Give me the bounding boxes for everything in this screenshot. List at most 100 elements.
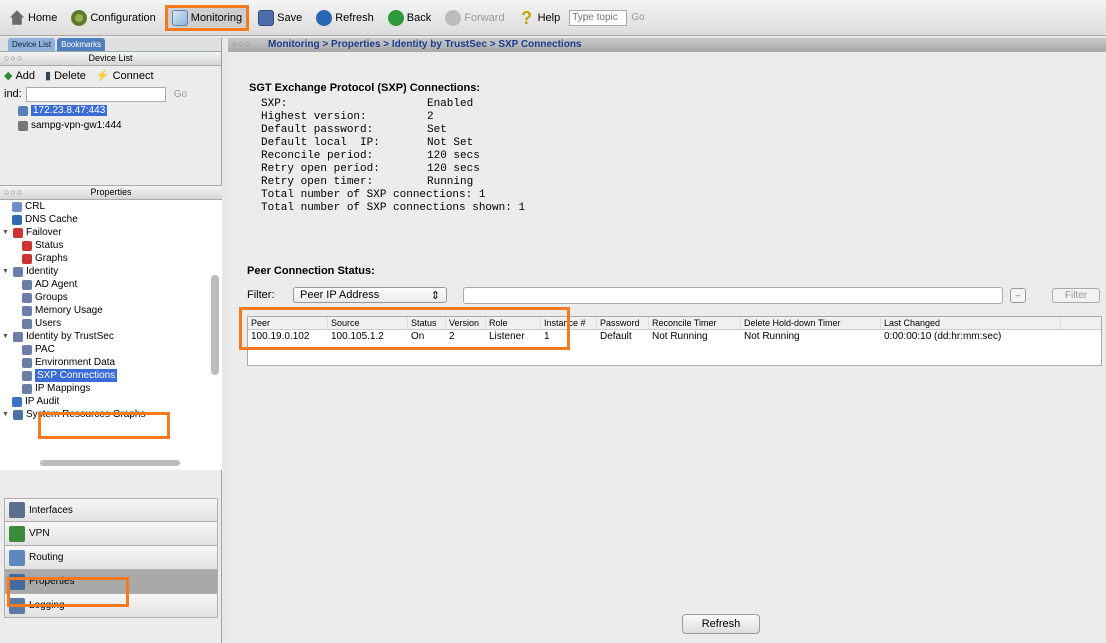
setting-key: Highest version: [261,111,367,123]
column-header[interactable]: Delete Hold-down Timer [741,317,881,329]
tree-node[interactable]: PAC [0,343,222,356]
cell-last-changed: 0:00:00:10 (dd:hr:mm:sec) [884,331,1002,342]
sxp-setting-row: Retry open timer: Running [261,176,525,189]
column-header[interactable]: Version [446,317,486,329]
window-controls-icon[interactable]: ○○○ [232,40,251,49]
device-item[interactable]: 172.23.8.47:443 [0,103,221,118]
expand-triangle-icon[interactable]: ▼ [2,226,10,239]
nav-interfaces[interactable]: Interfaces [4,498,218,522]
save-button[interactable]: Save [253,5,307,31]
tree-node[interactable]: ▼ Identity by TrustSec [0,330,222,343]
help-search-input[interactable] [569,9,628,26]
connect-device-button[interactable]: ⚡ Connect [95,69,154,83]
dns-cache-icon [12,214,22,225]
tree-node[interactable]: ▼ Identity [0,265,222,278]
nav-properties[interactable]: Properties [4,570,218,594]
sxp-setting-row: Default password: Set [261,124,525,137]
tree-vertical-scrollbar[interactable] [211,275,219,375]
peer-status-title: Peer Connection Status: [247,265,375,277]
cell-source: 100.105.1.2 [331,331,384,342]
ip-mappings-icon [22,383,32,394]
delete-device-button[interactable]: ▮ Delete [45,69,86,83]
configuration-button[interactable]: Configuration [66,5,160,31]
forward-label: Forward [464,11,505,24]
nav-label: VPN [29,528,50,539]
tree-node[interactable]: CRL [0,200,222,213]
column-header[interactable]: Last Changed [881,317,1061,329]
tree-node[interactable]: Users [0,317,222,330]
tree-node[interactable]: Environment Data [0,356,222,369]
column-header[interactable]: Password [597,317,649,329]
help-button[interactable]: ? Help [514,5,566,31]
clear-filter-button[interactable]: – [1010,287,1026,303]
filter-select-value: Peer IP Address [300,289,380,301]
find-input[interactable] [25,86,166,102]
find-go-button[interactable]: Go [174,89,187,100]
home-button[interactable]: Home [4,5,62,31]
setting-key: Reconcile period: [261,150,374,162]
groups-icon [22,292,32,303]
nav-label: Routing [29,552,64,563]
back-label: Back [406,11,432,24]
expand-triangle-icon[interactable]: ▼ [2,265,10,278]
filter-field-select[interactable]: Peer IP Address ⇕ [293,287,447,303]
help-go-button[interactable]: Go [631,12,644,23]
monitoring-button[interactable]: Monitoring [164,4,250,31]
setting-value: 120 secs [427,150,480,162]
tree-node[interactable]: DNS Cache [0,213,222,226]
nav-logging[interactable]: Logging [4,594,218,618]
help-label: Help [537,11,561,24]
sxp-setting-row: Reconcile period: 120 secs [261,150,525,163]
tree-node[interactable]: IP Mappings [0,382,222,395]
tree-node[interactable]: AD Agent [0,278,222,291]
expand-triangle-icon[interactable]: ▼ [2,408,10,421]
window-controls-icon[interactable]: ○○○ [4,54,23,63]
breadcrumb-text[interactable]: Monitoring > Properties > Identity by Tr… [268,39,582,50]
content-panel: ○○○ Monitoring > Properties > Identity b… [228,38,1106,643]
cell-reconcile-timer: Not Running [652,331,708,342]
nav-routing[interactable]: Routing [4,546,218,570]
tree-node[interactable]: IP Audit [0,395,222,408]
tab-device-list[interactable]: Device List [8,38,56,51]
interfaces-icon [9,502,25,518]
device-list-title: Device List [88,53,133,63]
column-header[interactable]: Role [486,317,541,329]
column-header[interactable]: Instance # [541,317,597,329]
connect-plug-icon: ⚡ [95,70,110,82]
column-header[interactable]: Source [328,317,408,329]
tree-node[interactable]: ▼ Failover [0,226,222,239]
nav-label: Interfaces [29,504,73,516]
expand-triangle-icon[interactable]: ▼ [2,330,10,343]
setting-value: 120 secs [427,163,480,175]
column-header[interactable]: Status [408,317,446,329]
tree-node[interactable]: Graphs [0,252,222,265]
refresh-toolbar-button[interactable]: Refresh [311,5,379,31]
tree-node-sxp-connections[interactable]: SXP Connections [0,369,222,382]
filter-input[interactable] [463,286,1003,304]
back-button[interactable]: Back [383,5,436,31]
filter-button[interactable]: Filter [1052,287,1100,303]
tree-horizontal-scrollbar[interactable] [40,460,180,466]
device-list-actions: ◆ Add ▮ Delete ⚡ Connect [0,66,221,85]
tree-node[interactable]: ▼ System Resources Graphs [0,408,222,421]
column-header[interactable]: Peer [248,317,328,329]
forward-arrow-icon [445,9,462,26]
forward-button[interactable]: Forward [440,5,509,31]
device-item[interactable]: sampg-vpn-gw1:444 [0,118,221,133]
add-device-button[interactable]: ◆ Add [4,69,35,83]
system-resources-icon [13,409,23,420]
refresh-button[interactable]: Refresh [682,614,760,634]
tree-node[interactable]: Status [0,239,222,252]
tree-node[interactable]: Memory Usage [0,304,222,317]
configuration-icon [71,9,88,26]
setting-value: Running [427,176,474,188]
setting-value: Set [427,124,447,136]
device-list-tabs: Device List Bookmarks [0,38,221,52]
column-header[interactable]: Reconcile Timer [649,317,741,329]
tab-bookmarks[interactable]: Bookmarks [57,38,106,51]
table-row[interactable]: 100.19.0.102 100.105.1.2 On 2 Listener 1… [248,330,1101,343]
home-icon [9,10,25,25]
nav-vpn[interactable]: VPN [4,522,218,546]
tree-node[interactable]: Groups [0,291,222,304]
window-controls-icon[interactable]: ○○○ [4,188,23,197]
